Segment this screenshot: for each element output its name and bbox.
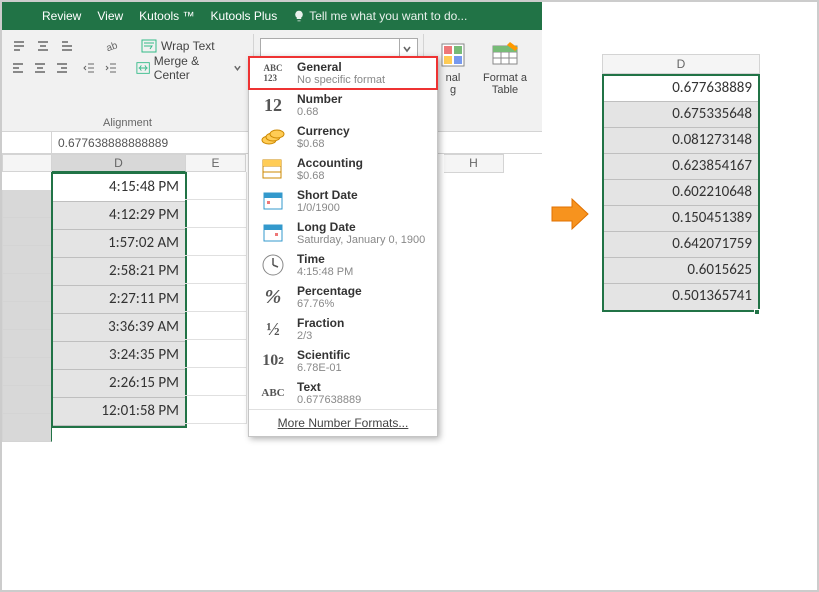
format-fraction[interactable]: ½ Fraction2/3 bbox=[249, 313, 437, 345]
align-bottom-button[interactable] bbox=[56, 36, 78, 56]
lightbulb-icon bbox=[293, 10, 305, 22]
result-cell[interactable]: 0.6015625 bbox=[604, 258, 758, 284]
result-cell[interactable]: 0.081273148 bbox=[604, 128, 758, 154]
format-text[interactable]: ABC Text0.677638889 bbox=[249, 377, 437, 409]
increase-indent-button[interactable] bbox=[101, 58, 121, 78]
long-date-icon bbox=[259, 219, 287, 247]
short-date-icon bbox=[259, 187, 287, 215]
result-column: D 0.677638889 0.675335648 0.081273148 0.… bbox=[602, 54, 760, 318]
result-column-header-d[interactable]: D bbox=[602, 54, 760, 74]
accounting-icon bbox=[259, 155, 287, 183]
cell[interactable]: 2:58:21 PM bbox=[53, 258, 185, 286]
arrow-icon bbox=[550, 197, 590, 231]
text-icon: ABC bbox=[259, 379, 287, 407]
row-header[interactable] bbox=[2, 302, 52, 330]
time-icon bbox=[259, 251, 287, 279]
row-header[interactable] bbox=[2, 218, 52, 246]
name-box[interactable] bbox=[2, 132, 52, 153]
fraction-icon: ½ bbox=[259, 315, 287, 343]
format-percentage[interactable]: % Percentage67.76% bbox=[249, 281, 437, 313]
column-header-e[interactable]: E bbox=[186, 154, 246, 172]
currency-icon bbox=[259, 123, 287, 151]
align-center-button[interactable] bbox=[30, 58, 50, 78]
row-header[interactable] bbox=[2, 274, 52, 302]
row-header[interactable] bbox=[2, 386, 52, 414]
cell[interactable]: 4:15:48 PM bbox=[53, 174, 185, 202]
alignment-group: ab Wrap Text bbox=[2, 34, 254, 131]
result-cell[interactable]: 0.602210648 bbox=[604, 180, 758, 206]
decrease-indent-button[interactable] bbox=[79, 58, 99, 78]
scientific-icon: 102 bbox=[259, 347, 287, 375]
number-icon: 12 bbox=[259, 91, 287, 119]
format-number[interactable]: 12 Number0.68 bbox=[249, 89, 437, 121]
result-cell[interactable]: 0.677638889 bbox=[604, 76, 758, 102]
align-top-button[interactable] bbox=[8, 36, 30, 56]
result-cell[interactable]: 0.642071759 bbox=[604, 232, 758, 258]
align-right-button[interactable] bbox=[52, 58, 72, 78]
wrap-text-button[interactable]: Wrap Text bbox=[136, 36, 220, 56]
svg-text:ab: ab bbox=[105, 40, 118, 53]
format-general[interactable]: ABC123 GeneralNo specific format bbox=[248, 56, 438, 90]
row-header[interactable] bbox=[2, 330, 52, 358]
format-long-date[interactable]: Long DateSaturday, January 0, 1900 bbox=[249, 217, 437, 249]
format-as-table-button[interactable]: Format aTable bbox=[480, 38, 530, 131]
align-middle-button[interactable] bbox=[32, 36, 54, 56]
cell[interactable]: 3:24:35 PM bbox=[53, 342, 185, 370]
cell[interactable]: 2:27:11 PM bbox=[53, 286, 185, 314]
cell[interactable]: 2:26:15 PM bbox=[53, 370, 185, 398]
alignment-label: Alignment bbox=[8, 115, 247, 131]
row-header[interactable] bbox=[2, 358, 52, 386]
orientation-button[interactable]: ab bbox=[100, 36, 122, 56]
tab-kutools[interactable]: Kutools ™ bbox=[139, 9, 194, 23]
worksheet-area: D E H 4:15:48 PM 4:12:29 PM 1:57:02 AM 2… bbox=[2, 154, 542, 590]
format-time[interactable]: Time4:15:48 PM bbox=[249, 249, 437, 281]
row-headers bbox=[2, 190, 52, 442]
format-accounting[interactable]: Accounting$0.68 bbox=[249, 153, 437, 185]
general-icon: ABC123 bbox=[259, 59, 287, 87]
tab-review[interactable]: Review bbox=[42, 9, 81, 23]
select-all-corner[interactable] bbox=[2, 154, 52, 172]
cell[interactable]: 12:01:58 PM bbox=[53, 398, 185, 426]
cell[interactable]: 1:57:02 AM bbox=[53, 230, 185, 258]
cell[interactable]: 4:12:29 PM bbox=[53, 202, 185, 230]
merge-center-button[interactable]: Merge & Center bbox=[131, 58, 247, 78]
percentage-icon: % bbox=[259, 283, 287, 311]
result-cell[interactable]: 0.623854167 bbox=[604, 154, 758, 180]
column-header-d[interactable]: D bbox=[52, 154, 186, 172]
styles-group: nalg Format aTable bbox=[424, 34, 534, 131]
selection-handle[interactable] bbox=[754, 309, 760, 315]
tab-view[interactable]: View bbox=[97, 9, 123, 23]
column-header-h[interactable]: H bbox=[444, 154, 504, 173]
tab-kutools-plus[interactable]: Kutools Plus bbox=[211, 9, 278, 23]
format-short-date[interactable]: Short Date1/0/1900 bbox=[249, 185, 437, 217]
align-left-button[interactable] bbox=[8, 58, 28, 78]
format-scientific[interactable]: 102 Scientific6.78E-01 bbox=[249, 345, 437, 377]
more-number-formats[interactable]: More Number Formats... bbox=[249, 409, 437, 436]
row-header[interactable] bbox=[2, 246, 52, 274]
format-currency[interactable]: Currency$0.68 bbox=[249, 121, 437, 153]
result-cell[interactable]: 0.501365741 bbox=[604, 284, 758, 310]
result-cell[interactable]: 0.675335648 bbox=[604, 102, 758, 128]
ribbon-tabs: Review View Kutools ™ Kutools Plus Tell … bbox=[2, 2, 542, 30]
row-header[interactable] bbox=[2, 190, 52, 218]
column-headers: D E H bbox=[2, 154, 246, 172]
number-format-menu: ABC123 GeneralNo specific format 12 Numb… bbox=[248, 56, 438, 437]
row-header[interactable] bbox=[2, 414, 52, 442]
selection-column-d: 4:15:48 PM 4:12:29 PM 1:57:02 AM 2:58:21… bbox=[51, 172, 187, 428]
result-cell[interactable]: 0.150451389 bbox=[604, 206, 758, 232]
tell-me[interactable]: Tell me what you want to do... bbox=[293, 9, 467, 23]
cell[interactable]: 3:36:39 AM bbox=[53, 314, 185, 342]
